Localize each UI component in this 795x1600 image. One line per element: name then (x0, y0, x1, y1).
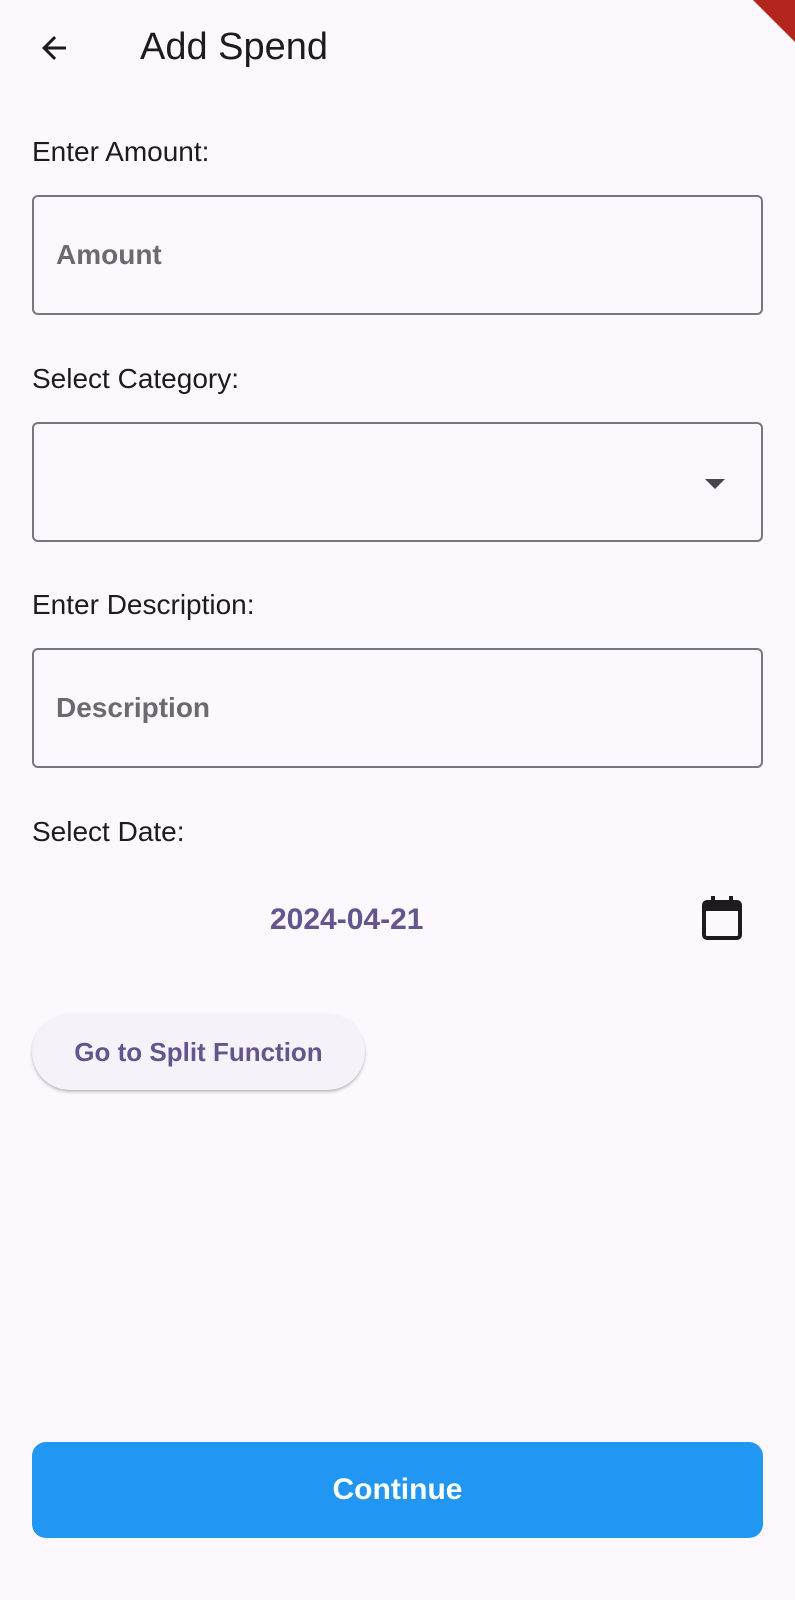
date-row: 2024-04-21 (32, 870, 763, 970)
app-bar: Add Spend (0, 0, 795, 95)
category-dropdown[interactable] (32, 422, 763, 542)
description-input[interactable] (34, 650, 761, 766)
selected-date: 2024-04-21 (270, 903, 424, 936)
amount-input[interactable] (34, 197, 761, 313)
description-label: Enter Description: (32, 589, 255, 620)
arrow-back-icon (42, 36, 66, 60)
back-button[interactable] (24, 18, 84, 78)
amount-field-container (32, 195, 763, 315)
continue-button[interactable]: Continue (32, 1442, 763, 1538)
arrow-drop-down-icon (705, 479, 725, 489)
category-label: Select Category: (32, 363, 239, 394)
go-to-split-function-button[interactable]: Go to Split Function (32, 1014, 365, 1090)
amount-label: Enter Amount: (32, 136, 210, 167)
calendar-icon (702, 896, 742, 940)
description-field-container (32, 648, 763, 768)
page-title: Add Spend (140, 26, 329, 68)
calendar-button[interactable] (692, 888, 752, 948)
date-label: Select Date: (32, 816, 185, 847)
